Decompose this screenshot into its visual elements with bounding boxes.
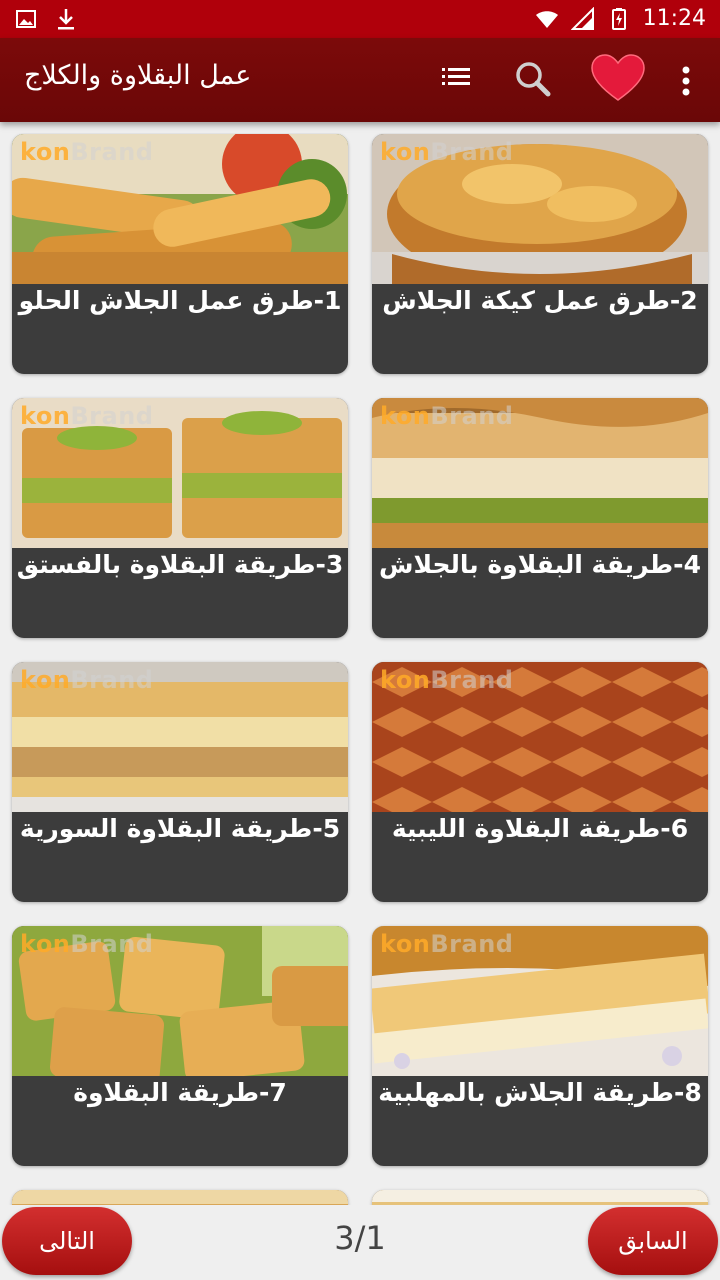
recipe-title-3: 3-طريقة البقلاوة بالفستق bbox=[16, 550, 344, 579]
search-icon[interactable] bbox=[512, 58, 554, 100]
recipe-card-4[interactable]: konBrand 4-طريقة البقلاوة بالجلاش bbox=[372, 398, 708, 638]
recipe-title-7: 7-طريقة البقلاوة bbox=[73, 1078, 287, 1107]
page-indicator: 3/1 bbox=[334, 1219, 386, 1257]
app-title: عمل البقلاوة والكلاج bbox=[24, 60, 252, 91]
previous-button[interactable]: السابق bbox=[588, 1207, 718, 1275]
next-button[interactable]: التالى bbox=[2, 1207, 132, 1275]
wifi-icon bbox=[535, 10, 558, 28]
recipe-title-2: 2-طرق عمل كيكة الجلاش bbox=[382, 286, 698, 315]
overflow-menu-icon[interactable] bbox=[676, 64, 696, 98]
watermark-logo: konBrand bbox=[380, 930, 514, 958]
image-notification-icon bbox=[16, 10, 36, 28]
recipe-title-4: 4-طريقة البقلاوة بالجلاش bbox=[379, 550, 701, 579]
battery-icon bbox=[611, 7, 626, 30]
recipe-card-partial[interactable] bbox=[12, 1190, 348, 1205]
recipe-image-partial bbox=[12, 1190, 348, 1205]
recipe-card-7[interactable]: konBrand 7-طريقة البقلاوة bbox=[12, 926, 348, 1166]
recipe-grid: konBrand 1-طرق عمل الجلاش الحلو konBrand… bbox=[0, 133, 720, 1205]
recipe-card-5[interactable]: konBrand 5-طريقة البقلاوة السورية bbox=[12, 662, 348, 902]
watermark-logo: konBrand bbox=[20, 402, 154, 430]
recipe-title-8: 8-طريقة الجلاش بالمهلبية bbox=[378, 1078, 702, 1107]
watermark-logo: konBrand bbox=[20, 930, 154, 958]
download-icon bbox=[58, 9, 74, 30]
recipe-image-partial bbox=[372, 1190, 708, 1205]
pagination-bar: التالى 3/1 السابق bbox=[0, 1205, 720, 1280]
recipe-title-5: 5-طريقة البقلاوة السورية bbox=[19, 814, 341, 843]
recipe-card-partial[interactable] bbox=[372, 1190, 708, 1205]
watermark-logo: konBrand bbox=[380, 666, 514, 694]
recipe-card-3[interactable]: konBrand 3-طريقة البقلاوة بالفستق bbox=[12, 398, 348, 638]
watermark-logo: konBrand bbox=[380, 138, 514, 166]
recipe-title-6: 6-طريقة البقلاوة الليبية bbox=[391, 814, 689, 843]
status-bar: 11:24 bbox=[0, 0, 720, 38]
watermark-logo: konBrand bbox=[20, 666, 154, 694]
recipe-title-1: 1-طرق عمل الجلاش الحلو bbox=[18, 286, 342, 315]
recipe-card-6[interactable]: konBrand 6-طريقة البقلاوة الليبية bbox=[372, 662, 708, 902]
list-menu-icon[interactable] bbox=[438, 60, 474, 96]
signal-icon bbox=[570, 6, 594, 30]
recipe-card-1[interactable]: konBrand 1-طرق عمل الجلاش الحلو bbox=[12, 134, 348, 374]
favorite-heart-icon[interactable] bbox=[590, 54, 646, 102]
status-time: 11:24 bbox=[642, 6, 706, 31]
app-bar: عمل البقلاوة والكلاج bbox=[0, 38, 720, 122]
watermark-logo: konBrand bbox=[20, 138, 154, 166]
recipe-card-8[interactable]: konBrand 8-طريقة الجلاش بالمهلبية bbox=[372, 926, 708, 1166]
recipe-card-2[interactable]: konBrand 2-طرق عمل كيكة الجلاش bbox=[372, 134, 708, 374]
watermark-logo: konBrand bbox=[380, 402, 514, 430]
